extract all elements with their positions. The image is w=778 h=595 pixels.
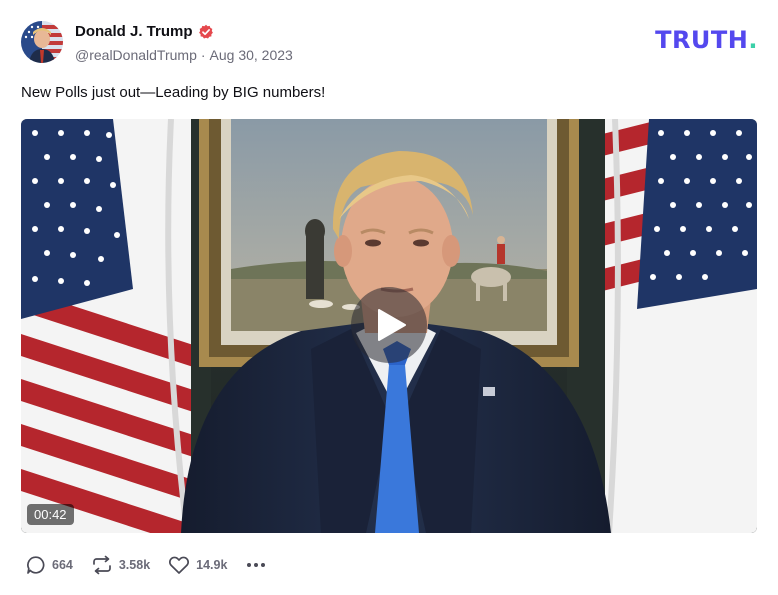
verified-badge-icon (198, 24, 214, 40)
heart-icon (169, 556, 190, 574)
avatar[interactable] (21, 21, 63, 63)
more-icon (247, 563, 266, 567)
logo-text: TRUTH (655, 26, 749, 54)
post-card: Donald J. Trump @realDonaldTrump · Aug 30,… (0, 0, 778, 595)
author-meta: @realDonaldTrump · Aug 30, 2023 (75, 47, 293, 63)
like-button[interactable]: 14.9k (168, 555, 227, 575)
retruth-count: 3.58k (118, 558, 151, 572)
video-duration: 00:42 (27, 504, 74, 525)
play-icon (378, 309, 406, 341)
reply-icon (27, 556, 45, 574)
play-button[interactable] (351, 287, 427, 363)
post-text: New Polls just out—Leading by BIG number… (21, 84, 326, 101)
video-player[interactable]: 00:42 (21, 119, 757, 533)
post-actions: 664 3.58k 14.9k (26, 553, 267, 577)
retruth-icon (93, 555, 111, 575)
more-options-button[interactable] (245, 555, 267, 575)
author-display-name[interactable]: Donald J. Trump (75, 23, 193, 40)
reply-count: 664 (52, 558, 73, 572)
meta-separator: · (200, 47, 206, 63)
avatar-image (21, 21, 63, 63)
logo-dot: . (748, 26, 758, 54)
reply-button[interactable]: 664 (26, 555, 73, 575)
author-handle[interactable]: @realDonaldTrump (75, 47, 197, 63)
truth-social-logo[interactable]: TRUTH. (655, 28, 758, 52)
retruth-button[interactable]: 3.58k (91, 555, 150, 575)
author-name-row[interactable]: Donald J. Trump (75, 23, 214, 40)
post-date[interactable]: Aug 30, 2023 (210, 47, 293, 63)
like-count: 14.9k (196, 558, 228, 572)
